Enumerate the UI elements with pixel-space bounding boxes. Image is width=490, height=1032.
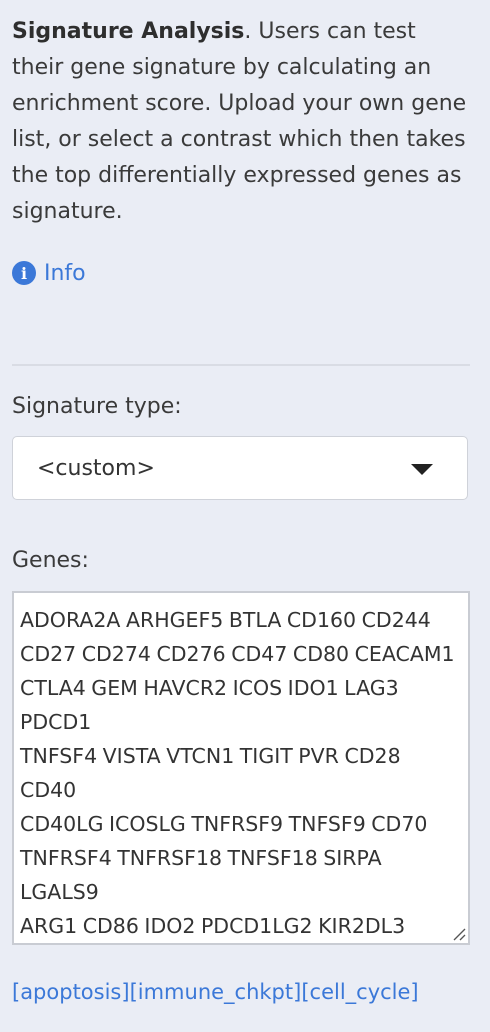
immune-chkpt-link[interactable]: [immune_chkpt] [130, 980, 302, 1004]
resize-handle-icon[interactable] [452, 927, 466, 941]
signature-type-label: Signature type: [12, 394, 182, 419]
cell-cycle-link[interactable]: [cell_cycle] [301, 980, 418, 1004]
info-label: Info [44, 260, 86, 286]
genes-line: ADORA2A ARHGEF5 BTLA CD160 CD244 [20, 608, 431, 632]
genes-line: CD27 CD274 CD276 CD47 CD80 CEACAM1 [20, 642, 455, 666]
divider [12, 364, 470, 366]
genes-line: CTLA4 GEM HAVCR2 ICOS IDO1 LAG3 PDCD1 [20, 676, 399, 734]
example-signature-links: [apoptosis][immune_chkpt][cell_cycle] [12, 980, 419, 1004]
signature-type-value: <custom> [37, 455, 155, 481]
genes-line: CD40LG ICOSLG TNFRSF9 TNFSF9 CD70 [20, 812, 428, 836]
genes-label: Genes: [12, 548, 89, 573]
signature-type-select[interactable]: <custom> [12, 436, 468, 500]
genes-line: ARG1 CD86 IDO2 PDCD1LG2 KIR2DL3 [20, 914, 406, 938]
signature-analysis-panel: Signature Analysis. Users can test their… [12, 14, 470, 1004]
chevron-down-icon [411, 464, 433, 475]
genes-line: TNFRSF4 TNFRSF18 TNFSF18 SIRPA LGALS9 [20, 846, 382, 904]
intro-title: Signature Analysis [12, 19, 245, 44]
genes-textarea[interactable]: ADORA2A ARHGEF5 BTLA CD160 CD244 CD27 CD… [12, 591, 470, 945]
intro-text: Signature Analysis. Users can test their… [12, 14, 470, 230]
info-circle-icon: i [12, 261, 36, 285]
apoptosis-link[interactable]: [apoptosis] [12, 980, 130, 1004]
genes-line: TNFSF4 VISTA VTCN1 TIGIT PVR CD28 CD40 [20, 744, 401, 802]
info-link[interactable]: i Info [12, 256, 86, 290]
intro-description: . Users can test their gene signature by… [12, 19, 467, 224]
